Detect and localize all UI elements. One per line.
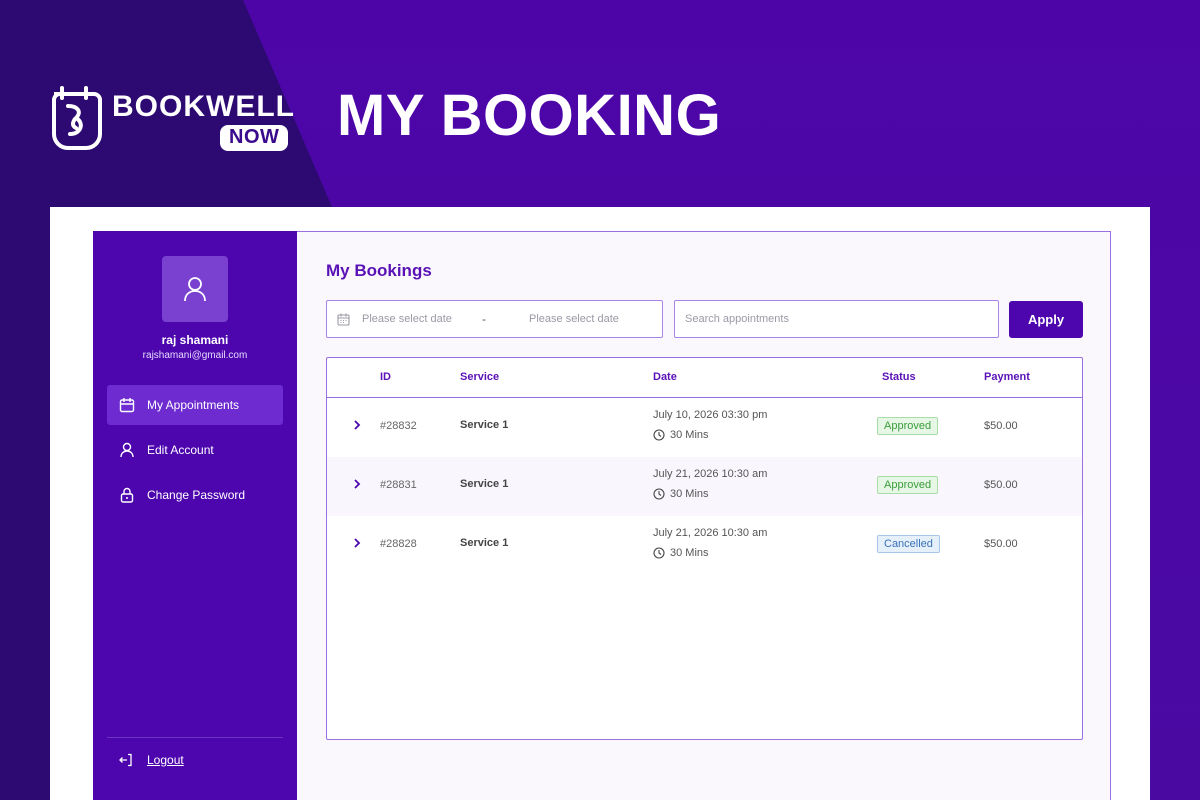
booking-payment: $50.00 (984, 479, 1018, 491)
app-window: raj shamani rajshamani@gmail.com My Appo… (50, 207, 1150, 800)
booking-id: #28831 (380, 479, 417, 491)
table-header: ID Service Date Status Payment (327, 358, 1082, 398)
user-name: raj shamani (161, 333, 229, 347)
avatar[interactable] (162, 256, 228, 322)
sidebar-divider (107, 737, 283, 738)
clock-icon (653, 488, 665, 500)
booking-payment: $50.00 (984, 420, 1018, 432)
chevron-right-icon[interactable] (353, 537, 361, 549)
booking-duration: 30 Mins (653, 547, 709, 559)
sidebar-item-label: Edit Account (147, 443, 214, 457)
duration-label: 30 Mins (670, 488, 709, 500)
status-cell: Approved (877, 417, 939, 435)
booking-duration: 30 Mins (653, 488, 709, 500)
table-row[interactable]: #28832 Service 1 July 10, 2026 03:30 pm … (327, 398, 1082, 457)
brand-name: BOOKWELL (112, 90, 295, 123)
calendar-icon (337, 313, 350, 326)
booking-service: Service 1 (460, 419, 509, 431)
logout-icon (119, 753, 132, 767)
search-input[interactable] (674, 300, 999, 338)
date-from-field[interactable]: Please select date (362, 313, 482, 325)
logout-label: Logout (147, 753, 184, 767)
app-container: raj shamani rajshamani@gmail.com My Appo… (93, 231, 1111, 800)
logout-link[interactable]: Logout (119, 753, 184, 767)
status-cell: Cancelled (877, 535, 940, 553)
bookings-table: ID Service Date Status Payment #28832 Se… (326, 357, 1083, 740)
bookwell-logo-icon (52, 86, 102, 150)
main-content: My Bookings Please select date - Please … (297, 232, 1110, 800)
column-header-payment: Payment (984, 371, 1030, 383)
booking-date: July 10, 2026 03:30 pm (653, 409, 768, 421)
calendar-icon (119, 398, 135, 413)
clock-icon (653, 429, 665, 441)
sidebar-item-change-password[interactable]: Change Password (107, 475, 283, 515)
column-header-status: Status (882, 371, 916, 383)
duration-label: 30 Mins (670, 547, 709, 559)
sidebar-item-my-appointments[interactable]: My Appointments (107, 385, 283, 425)
column-header-date: Date (653, 371, 677, 383)
user-icon (120, 442, 134, 458)
status-badge: Cancelled (877, 535, 940, 553)
apply-button[interactable]: Apply (1009, 301, 1083, 338)
page-heading: MY BOOKING (337, 83, 722, 148)
sidebar-item-label: My Appointments (147, 398, 240, 412)
brand-logo: BOOKWELL NOW (46, 84, 294, 154)
table-row[interactable]: #28831 Service 1 July 21, 2026 10:30 am … (327, 457, 1082, 516)
sidebar-item-label: Change Password (147, 488, 246, 502)
booking-date: July 21, 2026 10:30 am (653, 527, 768, 539)
date-range-picker[interactable]: Please select date - Please select date (326, 300, 663, 338)
booking-service: Service 1 (460, 537, 509, 549)
chevron-right-icon[interactable] (353, 478, 361, 490)
duration-label: 30 Mins (670, 429, 709, 441)
date-separator: - (482, 312, 486, 326)
section-title: My Bookings (326, 261, 432, 280)
user-email: rajshamani@gmail.com (142, 350, 248, 361)
booking-id: #28828 (380, 538, 417, 550)
booking-id: #28832 (380, 420, 417, 432)
status-badge: Approved (877, 476, 939, 494)
sidebar-item-edit-account[interactable]: Edit Account (107, 430, 283, 470)
chevron-right-icon[interactable] (353, 419, 361, 431)
clock-icon (653, 547, 665, 559)
status-badge: Approved (877, 417, 939, 435)
sidebar: raj shamani rajshamani@gmail.com My Appo… (93, 231, 297, 800)
booking-service: Service 1 (460, 478, 509, 490)
date-to-field[interactable]: Please select date (529, 313, 619, 325)
column-header-id: ID (380, 371, 391, 383)
lock-icon (120, 487, 134, 503)
column-header-service: Service (460, 371, 500, 383)
booking-duration: 30 Mins (653, 429, 709, 441)
status-cell: Approved (877, 476, 939, 494)
user-avatar-icon (184, 277, 206, 302)
table-row[interactable]: #28828 Service 1 July 21, 2026 10:30 am … (327, 516, 1082, 575)
booking-date: July 21, 2026 10:30 am (653, 468, 768, 480)
booking-payment: $50.00 (984, 538, 1018, 550)
brand-badge: NOW (220, 125, 289, 151)
